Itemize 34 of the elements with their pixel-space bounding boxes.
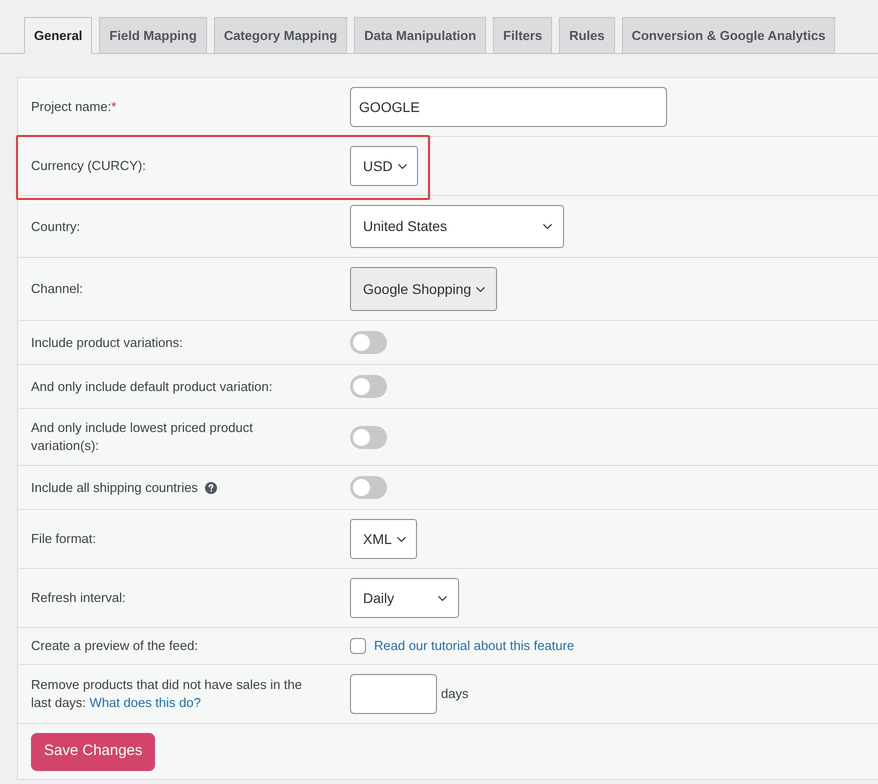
- tab[interactable]: Data Manipulation: [354, 17, 486, 54]
- field-label: And only include default product variation:: [31, 378, 272, 396]
- field-label: Include all shipping countries: [31, 478, 198, 496]
- field-label: Country:: [31, 218, 80, 236]
- field-label: Refresh interval:: [31, 589, 126, 607]
- field-label: Remove products that did not have sales in the last days: What does this do?: [31, 676, 303, 712]
- input-field[interactable]: GOOGLE: [350, 87, 667, 127]
- select-dropdown[interactable]: XML: [350, 519, 417, 559]
- field-label: File format:: [31, 530, 96, 548]
- tab[interactable]: Rules: [559, 17, 615, 54]
- tab[interactable]: Category Mapping: [214, 17, 348, 54]
- toggle-switch[interactable]: [350, 426, 387, 448]
- save-button[interactable]: Save Changes: [31, 732, 156, 770]
- field-label: Include product variations:: [31, 334, 183, 352]
- field-label: Create a preview of the feed:: [31, 636, 198, 655]
- help-link[interactable]: What does this do?: [90, 694, 201, 710]
- select-dropdown[interactable]: USD: [350, 146, 418, 186]
- select-dropdown[interactable]: United States: [350, 205, 564, 248]
- unit-label: days: [441, 684, 468, 703]
- field-label: And only include lowest priced product variation(s):: [31, 419, 254, 455]
- toggle-switch[interactable]: [350, 476, 387, 499]
- select-dropdown[interactable]: Daily: [350, 578, 459, 618]
- field-label: Currency (CURCY):: [31, 157, 146, 175]
- input-field[interactable]: [350, 674, 437, 714]
- tab[interactable]: Conversion & Google Analytics: [622, 17, 836, 54]
- toggle-switch[interactable]: [350, 375, 387, 398]
- tutorial-link[interactable]: Read our tutorial about this feature: [374, 636, 574, 656]
- tab[interactable]: Filters: [493, 17, 552, 54]
- tab[interactable]: General: [24, 17, 92, 54]
- toggle-switch[interactable]: [350, 331, 387, 354]
- field-label: Channel:: [31, 280, 84, 298]
- field-label: Project name:*: [31, 98, 116, 116]
- checkbox[interactable]: [350, 638, 366, 654]
- tab[interactable]: Field Mapping: [99, 17, 207, 54]
